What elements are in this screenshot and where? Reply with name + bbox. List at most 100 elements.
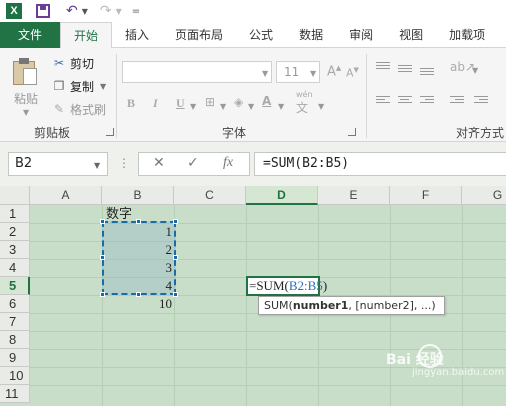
clipboard-launcher-icon[interactable]: [106, 128, 114, 136]
cut-button[interactable]: ✂ 剪切: [52, 54, 94, 72]
save-icon[interactable]: [36, 4, 50, 18]
cell-b3[interactable]: 2: [102, 241, 176, 259]
row-header[interactable]: 4: [0, 259, 30, 277]
formula-buttons: ✕ ✓ fx: [138, 152, 250, 176]
paste-icon[interactable]: [13, 58, 39, 86]
column-header-d[interactable]: D: [246, 186, 318, 205]
fill-color-icon[interactable]: ◈: [234, 95, 243, 109]
row-header[interactable]: 9: [0, 349, 30, 367]
tab-add-ins[interactable]: 加载项: [436, 22, 498, 48]
group-divider: [116, 54, 117, 138]
row-header[interactable]: 10: [0, 367, 30, 385]
column-header-a[interactable]: A: [30, 186, 102, 205]
row-header[interactable]: 2: [0, 223, 30, 241]
align-center-icon[interactable]: [398, 96, 412, 106]
insert-function-icon[interactable]: fx: [223, 155, 233, 171]
paste-button[interactable]: 粘贴: [14, 90, 38, 107]
row-header[interactable]: 7: [0, 313, 30, 331]
phonetic-guide-icon[interactable]: wén 文: [296, 90, 313, 116]
row-header[interactable]: 3: [0, 241, 30, 259]
orientation-dropdown-icon[interactable]: ▼: [472, 66, 478, 75]
font-color-dropdown-icon[interactable]: ▼: [278, 102, 284, 111]
column-header-b[interactable]: B: [102, 186, 174, 205]
function-argument-tooltip[interactable]: SUM(number1, [number2], ...): [258, 296, 445, 315]
ribbon-home: 粘贴 ▼ ✂ 剪切 ❐ 复制 ▼ ✎ 格式刷 剪贴板 ▼ 11 ▼ A▲ A▼ …: [0, 48, 506, 142]
watermark-text: Bai 经验: [386, 352, 444, 368]
column-header-f[interactable]: F: [390, 186, 462, 205]
row-header[interactable]: 1: [0, 205, 30, 223]
row-header[interactable]: 6: [0, 295, 30, 313]
cell-b2[interactable]: 1: [102, 223, 176, 241]
cell-b6[interactable]: 10: [102, 295, 176, 313]
column-header-g[interactable]: G: [462, 186, 506, 205]
tooltip-arg1: number1: [292, 299, 349, 312]
font-name-select[interactable]: [122, 61, 272, 83]
edit-prefix: =SUM(: [249, 278, 289, 293]
paste-dropdown-icon[interactable]: ▼: [23, 108, 29, 117]
font-size-dropdown-icon[interactable]: ▼: [310, 69, 316, 78]
redo-dropdown-icon[interactable]: ▼: [116, 7, 122, 16]
formula-bar: B2 ▼ ⋮ ✕ ✓ fx =SUM(B2:B5): [0, 142, 506, 186]
copy-button[interactable]: ❐ 复制 ▼: [52, 77, 107, 95]
group-divider: [366, 54, 367, 138]
increase-indent-icon[interactable]: [474, 96, 488, 106]
title-bar: X ↶ ▼ ↷ ▼ =: [0, 0, 506, 22]
watermark: Bai 经验 jingyan.baidu.com: [386, 349, 504, 378]
customize-quick-access-icon[interactable]: =: [132, 6, 140, 17]
active-cell-d5[interactable]: =SUM(B2:B5): [246, 276, 327, 296]
underline-button[interactable]: U: [176, 96, 185, 111]
copy-icon: ❐: [53, 79, 65, 93]
ribbon-tabs: 文件 开始 插入 页面布局 公式 数据 审阅 视图 加载项: [0, 22, 506, 49]
row-header[interactable]: 11: [0, 385, 30, 403]
fill-color-dropdown-icon[interactable]: ▼: [248, 102, 254, 111]
cancel-icon[interactable]: ✕: [153, 155, 165, 171]
name-box[interactable]: B2: [8, 152, 108, 176]
grow-font-icon[interactable]: A▲: [327, 64, 341, 79]
phonetic-dropdown-icon[interactable]: ▼: [318, 102, 324, 111]
tab-page-layout[interactable]: 页面布局: [162, 22, 236, 48]
select-all-corner[interactable]: [0, 186, 30, 205]
phonetic-guide-text: wén: [296, 90, 313, 99]
scissors-icon: ✂: [53, 56, 65, 70]
borders-icon[interactable]: ⊞: [205, 95, 215, 109]
redo-icon[interactable]: ↷: [100, 3, 112, 19]
name-box-dropdown-icon[interactable]: ▼: [94, 161, 100, 170]
column-header-c[interactable]: C: [174, 186, 246, 205]
tab-formulas[interactable]: 公式: [236, 22, 286, 48]
align-right-icon[interactable]: [420, 96, 434, 106]
cell-b4[interactable]: 3: [102, 259, 176, 277]
bottom-align-icon[interactable]: [420, 68, 434, 78]
tab-insert[interactable]: 插入: [112, 22, 162, 48]
tooltip-function: SUM(: [264, 299, 293, 312]
enter-icon[interactable]: ✓: [187, 155, 199, 171]
underline-dropdown-icon[interactable]: ▼: [190, 102, 196, 111]
bold-button[interactable]: B: [127, 96, 135, 111]
tab-view[interactable]: 视图: [386, 22, 436, 48]
format-painter-button[interactable]: ✎ 格式刷: [52, 100, 106, 118]
tab-home[interactable]: 开始: [60, 22, 113, 49]
font-group-label: 字体: [222, 126, 247, 140]
tab-file[interactable]: 文件: [0, 22, 60, 48]
borders-dropdown-icon[interactable]: ▼: [220, 102, 226, 111]
top-align-icon[interactable]: [376, 62, 390, 72]
font-name-dropdown-icon[interactable]: ▼: [262, 69, 268, 78]
cell-b5[interactable]: 4: [102, 277, 176, 295]
formula-input[interactable]: =SUM(B2:B5): [254, 152, 506, 176]
undo-dropdown-icon[interactable]: ▼: [82, 7, 88, 16]
row-header-selected[interactable]: 5: [0, 277, 30, 295]
font-launcher-icon[interactable]: [348, 128, 356, 136]
font-color-icon[interactable]: A: [262, 94, 271, 108]
middle-align-icon[interactable]: [398, 65, 412, 75]
undo-icon[interactable]: ↶: [66, 3, 78, 19]
tab-data[interactable]: 数据: [286, 22, 336, 48]
row-header[interactable]: 8: [0, 331, 30, 349]
align-left-icon[interactable]: [376, 96, 390, 106]
decrease-indent-icon[interactable]: [450, 96, 464, 106]
clipboard-group-label: 剪贴板: [34, 126, 71, 140]
formula-bar-grip[interactable]: ⋮: [118, 156, 130, 170]
column-header-e[interactable]: E: [318, 186, 390, 205]
copy-dropdown-icon[interactable]: ▼: [100, 82, 106, 91]
tab-review[interactable]: 审阅: [336, 22, 386, 48]
italic-button[interactable]: I: [153, 96, 158, 111]
shrink-font-icon[interactable]: A▼: [346, 66, 359, 80]
